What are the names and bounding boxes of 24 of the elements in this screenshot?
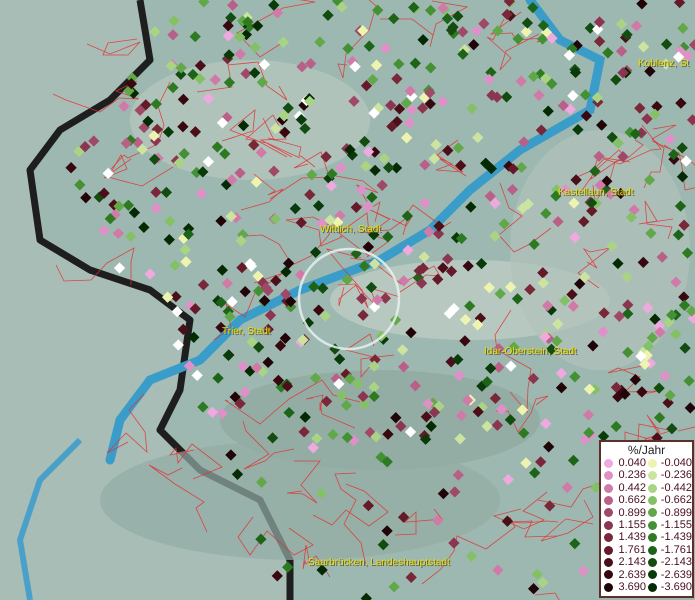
legend-value: 0.662 — [617, 494, 647, 507]
city-label: Koblenz, St — [638, 58, 690, 70]
legend-value: -2.143 — [660, 556, 693, 569]
legend-value: 3.690 — [617, 581, 647, 594]
legend-value: 0.442 — [617, 482, 647, 494]
legend-value: -0.899 — [660, 506, 693, 520]
legend-value: -0.662 — [660, 494, 693, 507]
legend-value: -3.690 — [660, 581, 693, 594]
legend-value: -2.639 — [660, 568, 693, 582]
legend-value: -1.439 — [660, 531, 693, 544]
legend-value: 0.236 — [617, 469, 647, 482]
legend-value: 1.155 — [617, 519, 647, 532]
legend-value: -0.442 — [660, 482, 693, 494]
legend-value: -0.040 — [660, 457, 693, 470]
legend-value: 2.639 — [617, 568, 647, 582]
legend-value: 2.143 — [617, 556, 647, 569]
legend-value: 1.761 — [617, 544, 647, 556]
legend-title: %/Jahr — [626, 443, 666, 457]
legend-value: 1.439 — [617, 531, 647, 544]
legend-value: -0.236 — [660, 469, 693, 482]
legend-value: 0.899 — [617, 506, 647, 520]
legend-value: 0.040 — [617, 457, 647, 470]
legend-value: -1.155 — [660, 519, 693, 532]
legend-value: -1.761 — [660, 544, 693, 556]
